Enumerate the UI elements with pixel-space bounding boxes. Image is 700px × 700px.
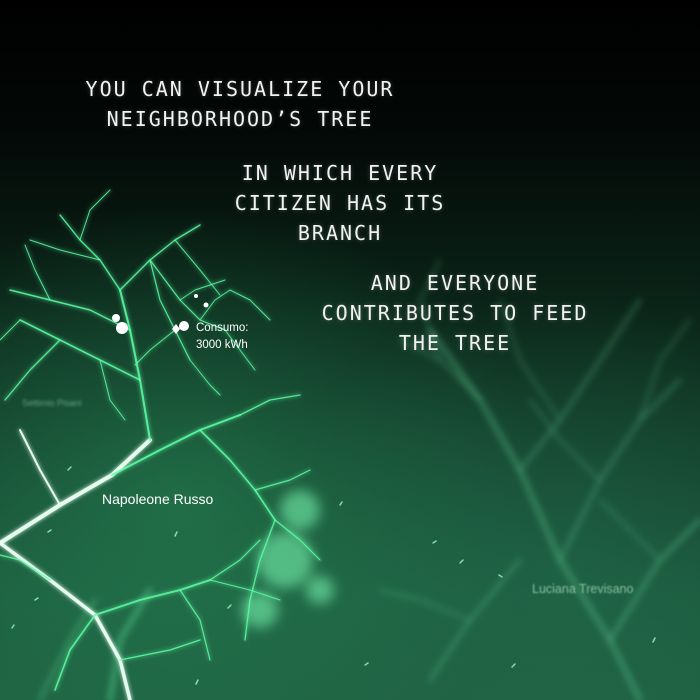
consumption-title: Consumo: — [196, 322, 249, 334]
consumption-tooltip: Consumo: 3000 kWh — [196, 320, 248, 354]
tree-visualization-scene: YOU CAN VISUALIZE YOUR NEIGHBORHOOD’S TR… — [0, 0, 700, 700]
caption-line: YOU CAN VISUALIZE YOUR — [85, 77, 395, 101]
caption-feed-tree: AND EVERYONE CONTRIBUTES TO FEED THE TRE… — [290, 268, 620, 358]
glow-cluster — [242, 490, 334, 628]
caption-line: BRANCH — [297, 221, 383, 245]
faint-branch-label: Settimio Pisani — [22, 398, 82, 408]
caption-line: NEIGHBORHOOD’S TREE — [106, 107, 374, 131]
midground-tree — [38, 587, 153, 700]
caption-line: CITIZEN HAS ITS — [234, 191, 446, 215]
caption-visualize-tree: YOU CAN VISUALIZE YOUR NEIGHBORHOOD’S TR… — [40, 74, 440, 134]
branch-node — [112, 314, 120, 322]
branch-owner-label: Napoleone Russo — [102, 491, 214, 507]
branch-node — [194, 294, 198, 298]
branch-node — [203, 302, 209, 308]
caption-line: CONTRIBUTES TO FEED — [321, 301, 589, 325]
branch-node — [116, 322, 128, 334]
caption-line: IN WHICH EVERY — [241, 161, 439, 185]
caption-citizen-branch: IN WHICH EVERY CITIZEN HAS ITS BRANCH — [190, 158, 490, 248]
caption-line: AND EVERYONE — [370, 271, 540, 295]
consumption-value: 3000 kWh — [196, 339, 248, 351]
blurred-branch-label: Luciana Trevisano — [532, 582, 634, 596]
caption-line: THE TREE — [398, 331, 512, 355]
main-tree — [0, 189, 321, 700]
selected-node — [179, 321, 189, 331]
